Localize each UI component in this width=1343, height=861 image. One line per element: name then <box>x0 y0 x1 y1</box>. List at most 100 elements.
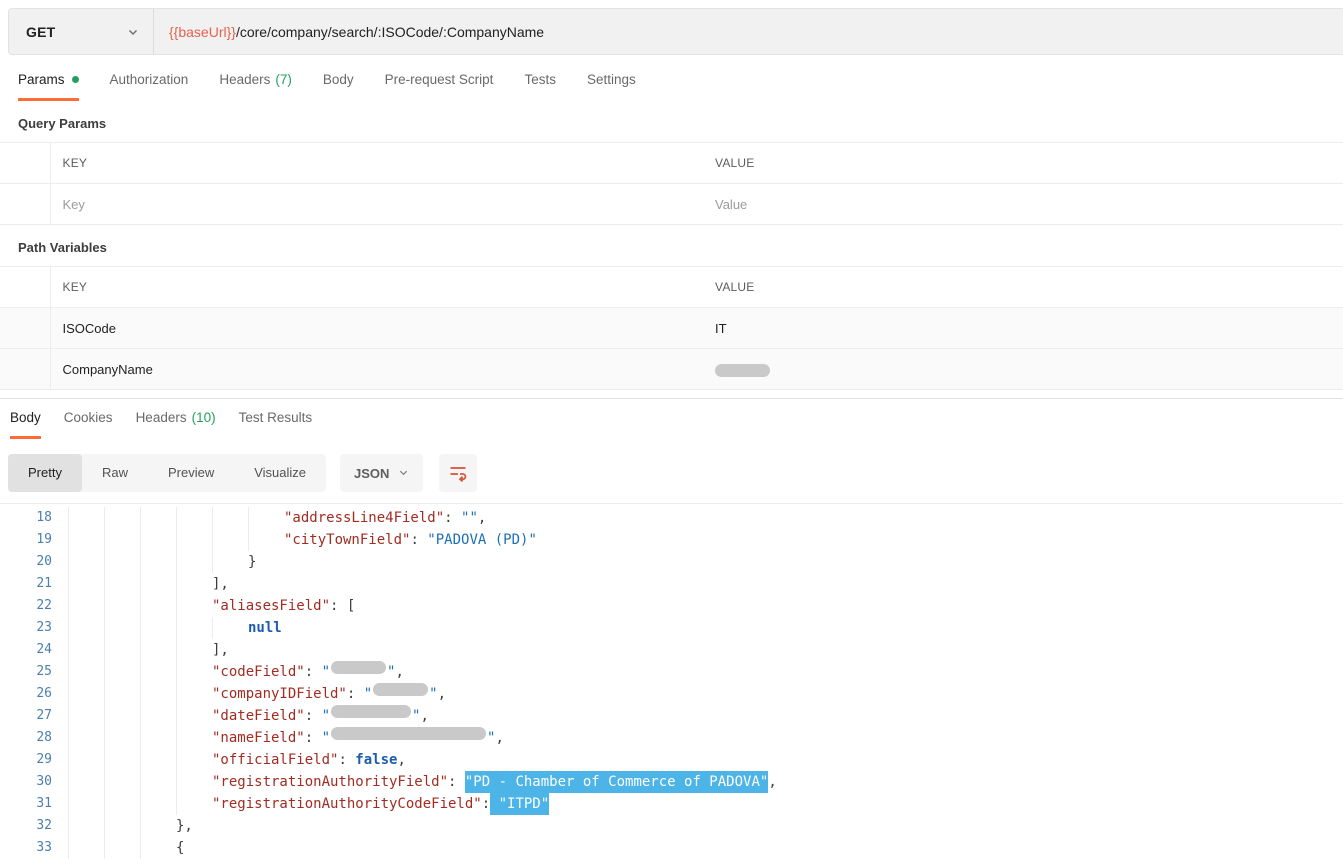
tab-label: Headers <box>135 410 187 425</box>
url-input[interactable]: {{baseUrl}}/core/company/search/:ISOCode… <box>154 9 1343 54</box>
line-number: 19 <box>36 532 52 547</box>
indent-guide <box>104 793 140 815</box>
code-token: : <box>410 532 428 548</box>
code-line: 21], <box>0 573 1343 595</box>
response-tabs: Body Cookies Headers (10) Test Results <box>0 410 1343 439</box>
code-token: , <box>495 730 504 746</box>
indent-guide <box>176 661 212 683</box>
indent-guide <box>68 749 104 771</box>
query-key-input[interactable] <box>62 196 660 212</box>
indent-guide <box>140 595 176 617</box>
request-tab-params[interactable]: Params <box>18 72 79 101</box>
response-body-code[interactable]: 18 "addressLine4Field": "", 19 "cityTownFie… <box>0 503 1343 859</box>
indent-guide <box>176 639 212 661</box>
code-token: " <box>412 708 421 724</box>
code-token: : <box>346 686 364 702</box>
indent-guide <box>104 661 140 683</box>
code-token: " <box>487 730 496 746</box>
highlighted-text: "ITPD" <box>490 793 550 815</box>
chevron-down-icon <box>127 26 139 38</box>
code-token: "aliasesField" <box>212 598 331 614</box>
indent-guide <box>140 529 176 551</box>
chevron-down-icon <box>398 466 409 481</box>
request-tab-authorization[interactable]: Authorization <box>110 72 189 101</box>
line-number: 30 <box>36 774 52 789</box>
tab-label: Body <box>322 72 354 87</box>
request-tab-body[interactable]: Body <box>323 72 354 101</box>
path-key-cell[interactable]: CompanyName <box>50 348 703 390</box>
indent-guide <box>68 551 104 573</box>
indent-guide <box>176 529 212 551</box>
code-line: 28 "nameField": " ", <box>0 727 1343 749</box>
code-token: "officialField" <box>212 752 339 768</box>
row-gutter <box>0 307 51 349</box>
response-tab-body[interactable]: Body <box>10 410 41 439</box>
code-token: { <box>176 840 185 856</box>
view-mode-preview[interactable]: Preview <box>148 454 234 492</box>
row-gutter <box>0 142 51 184</box>
code-token: "registrationAuthorityCodeField" <box>212 796 482 812</box>
wrap-text-icon <box>448 462 468 485</box>
query-params-title: Query Params <box>18 116 107 131</box>
tab-label: Cookies <box>63 410 113 425</box>
indent-guide <box>140 573 176 595</box>
indent-guide <box>104 617 140 639</box>
tab-label: Authorization <box>109 72 189 87</box>
tab-label: Test Results <box>238 410 313 425</box>
response-tab-test-results[interactable]: Test Results <box>239 410 313 439</box>
path-key-header: KEY <box>50 266 703 308</box>
method-selector[interactable]: GET <box>9 9 154 54</box>
code-token: "cityTownField" <box>284 532 411 548</box>
request-tab-settings[interactable]: Settings <box>587 72 636 101</box>
format-select[interactable]: JSON <box>340 454 424 492</box>
code-token: "addressLine4Field" <box>284 510 445 526</box>
code-token: , <box>395 664 404 680</box>
view-mode-pretty[interactable]: Pretty <box>8 454 82 492</box>
indent-guide <box>140 617 176 639</box>
indent-guide <box>104 529 140 551</box>
query-value-input[interactable] <box>715 196 1301 212</box>
request-tab-pre-request-script[interactable]: Pre-request Script <box>385 72 494 101</box>
response-tab-headers[interactable]: Headers (10) <box>136 410 216 439</box>
view-mode-raw[interactable]: Raw <box>82 454 148 492</box>
indent-guide <box>104 507 140 529</box>
line-number: 33 <box>36 840 52 855</box>
code-token: , <box>420 708 429 724</box>
tab-label: Body <box>10 410 41 425</box>
response-tab-cookies[interactable]: Cookies <box>64 410 113 439</box>
row-gutter <box>0 183 51 225</box>
params-modified-dot <box>71 76 79 83</box>
view-mode-visualize[interactable]: Visualize <box>234 454 326 492</box>
path-value-cell[interactable] <box>703 348 1343 390</box>
code-line: 25 "codeField": " ", <box>0 661 1343 683</box>
indent-guide <box>176 573 212 595</box>
line-number: 27 <box>36 708 52 723</box>
request-tab-tests[interactable]: Tests <box>524 72 556 101</box>
row-gutter <box>0 348 51 390</box>
code-line: 32}, <box>0 815 1343 837</box>
code-line: 30 "registrationAuthorityField": "PD - Ch… <box>0 771 1343 793</box>
code-token: " <box>387 664 396 680</box>
line-number: 21 <box>36 576 52 591</box>
line-number: 20 <box>36 554 52 569</box>
indent-guide <box>104 727 140 749</box>
line-number: 29 <box>36 752 52 767</box>
indent-guide <box>104 639 140 661</box>
indent-guide <box>176 793 212 815</box>
wrap-text-button[interactable] <box>439 454 478 492</box>
line-number: 22 <box>36 598 52 613</box>
path-key-cell[interactable]: ISOCode <box>50 307 703 349</box>
code-token: : <box>448 774 465 790</box>
code-token: null <box>248 620 282 636</box>
indent-guide <box>140 793 176 815</box>
line-number: 24 <box>36 642 52 657</box>
path-value-cell[interactable]: IT <box>703 307 1343 349</box>
indent-guide <box>68 815 104 837</box>
indent-guide <box>104 815 140 837</box>
indent-guide <box>176 749 212 771</box>
indent-guide <box>104 749 140 771</box>
request-tab-headers[interactable]: Headers (7) <box>219 72 292 101</box>
code-token: "dateField" <box>212 708 305 724</box>
code-line: 22 "aliasesField": [ <box>0 595 1343 617</box>
indent-guide <box>104 705 140 727</box>
